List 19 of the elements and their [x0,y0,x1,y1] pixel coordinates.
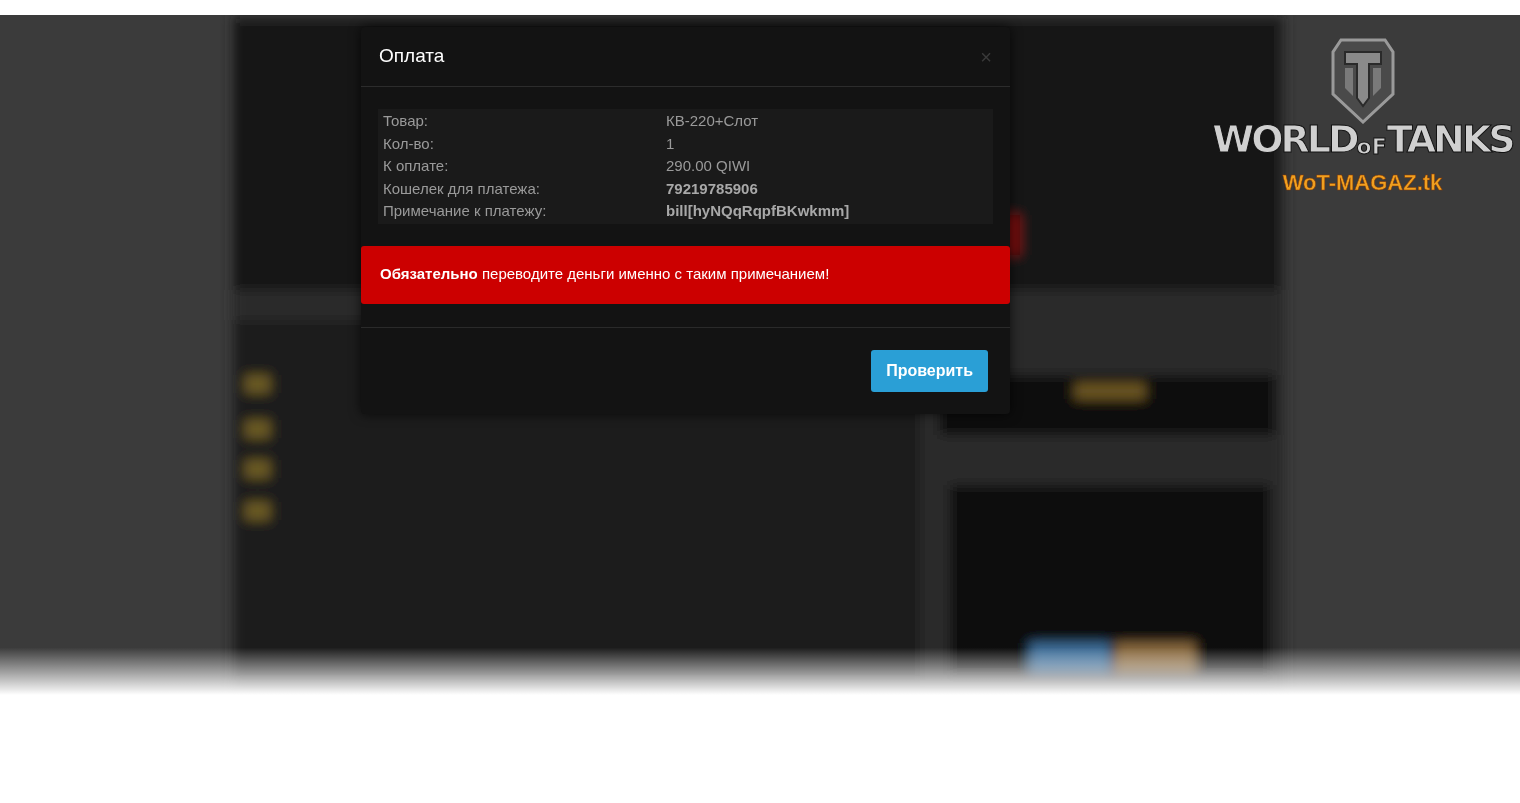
site-name: WoT-MAGAZ.tk [1282,172,1443,194]
detail-value: 1 [666,133,675,154]
close-button[interactable]: × [980,46,992,67]
detail-label: К оплате: [383,156,450,176]
logo-wordmark: WORLD [1212,120,1357,158]
detail-value: 79219785906 [666,178,758,199]
check-button[interactable]: Проверить [871,349,988,392]
logo-wordmark: TANKS [1386,120,1513,158]
detail-value: bill[hyNQqRqpfBKwkmm] [666,201,850,221]
detail-value: 290.00 QIWI [666,156,751,176]
detail-label: Примечание к платежу: [383,201,548,221]
alert-message: Обязательно переводите деньги именно с таким примечанием! [380,264,830,285]
logo-wordmark: oF [1356,136,1387,158]
detail-label: Кол-во: [383,133,435,154]
shield-icon [1330,38,1395,124]
detail-label: Кошелек для платежа: [383,178,541,199]
dialog-title: Оплата [379,44,445,69]
detail-value: КВ-220+Слот [666,111,759,131]
detail-label: Товар: [383,111,429,131]
